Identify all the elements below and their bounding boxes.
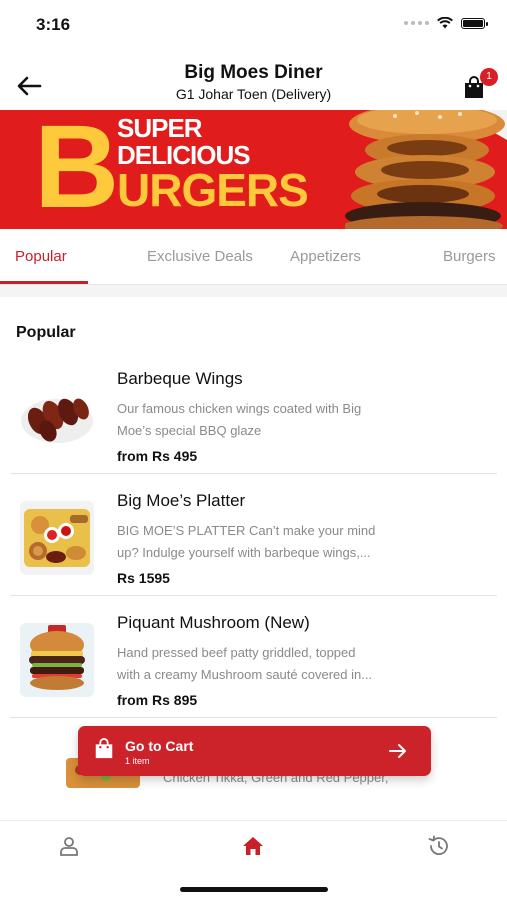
profile-icon[interactable]: [58, 835, 80, 857]
menu-item[interactable]: Big Moe’s Platter BIG MOE’S PLATTER Can’…: [10, 474, 497, 596]
item-name: Big Moe’s Platter: [117, 491, 246, 510]
menu-item[interactable]: Piquant Mushroom (New) Hand pressed beef…: [10, 596, 497, 718]
history-icon[interactable]: [427, 835, 449, 857]
banner-letter: B: [34, 110, 120, 229]
item-description-line: Hand pressed beef patty griddled, topped: [117, 645, 356, 660]
home-indicator: [180, 887, 328, 892]
tab-appetizers[interactable]: Appetizers: [290, 248, 361, 265]
status-bar: 3:16: [0, 0, 507, 52]
cart-badge: 1: [480, 68, 498, 86]
item-description-line: with a creamy Mushroom sauté covered in.…: [117, 667, 373, 682]
cart-item-count: 1 item: [125, 756, 150, 766]
item-description-line: Our famous chicken wings coated with Big: [117, 401, 362, 416]
tab-popular[interactable]: Popular: [15, 248, 67, 265]
item-description-line: up? Indulge yourself with barbeque wings…: [117, 545, 371, 560]
category-tabs: Popular Exclusive Deals Appetizers Burge…: [0, 229, 507, 285]
banner-line-3: URGERS: [117, 164, 309, 216]
battery-icon: [461, 17, 488, 29]
app-header: Big Moes Diner G1 Johar Toen (Delivery) …: [0, 52, 507, 108]
item-image-platter: [20, 501, 94, 575]
promo-banner[interactable]: B SUPER DELICIOUS URGERS: [0, 110, 507, 229]
section-title: Popular: [16, 324, 76, 341]
arrow-right-icon: [389, 744, 406, 758]
home-icon[interactable]: [242, 835, 264, 857]
menu-item[interactable]: Barbeque Wings Our famous chicken wings …: [10, 352, 497, 474]
section-divider: [0, 285, 507, 297]
tab-exclusive-deals[interactable]: Exclusive Deals: [147, 248, 253, 265]
item-price: Rs 1595: [117, 570, 170, 586]
item-price: from Rs 895: [117, 692, 198, 708]
item-image-wings: [20, 379, 94, 453]
shopping-bag-icon: [95, 738, 113, 759]
restaurant-title: Big Moes Diner: [184, 62, 323, 83]
delivery-location[interactable]: G1 Johar Toen (Delivery): [0, 86, 507, 102]
item-image-burger: [20, 623, 94, 697]
item-description-line: BIG MOE’S PLATTER Can’t make your mind: [117, 523, 376, 538]
burger-image: [345, 110, 507, 229]
item-name: Barbeque Wings: [117, 369, 243, 388]
item-price: from Rs 495: [117, 448, 198, 464]
active-tab-indicator: [0, 281, 88, 284]
cart-button-label: Go to Cart: [125, 738, 194, 754]
item-name: Piquant Mushroom (New): [117, 613, 310, 632]
item-description-line: Moe’s special BBQ glaze: [117, 423, 262, 438]
status-icons: [404, 17, 488, 29]
tab-burgers[interactable]: Burgers: [443, 248, 496, 265]
signal-icon: [404, 21, 429, 25]
status-time: 3:16: [36, 15, 71, 34]
wifi-icon: [437, 17, 453, 29]
banner-line-1: SUPER: [117, 113, 203, 143]
bottom-navigation: [0, 820, 507, 901]
go-to-cart-button[interactable]: Go to Cart 1 item: [78, 726, 431, 776]
